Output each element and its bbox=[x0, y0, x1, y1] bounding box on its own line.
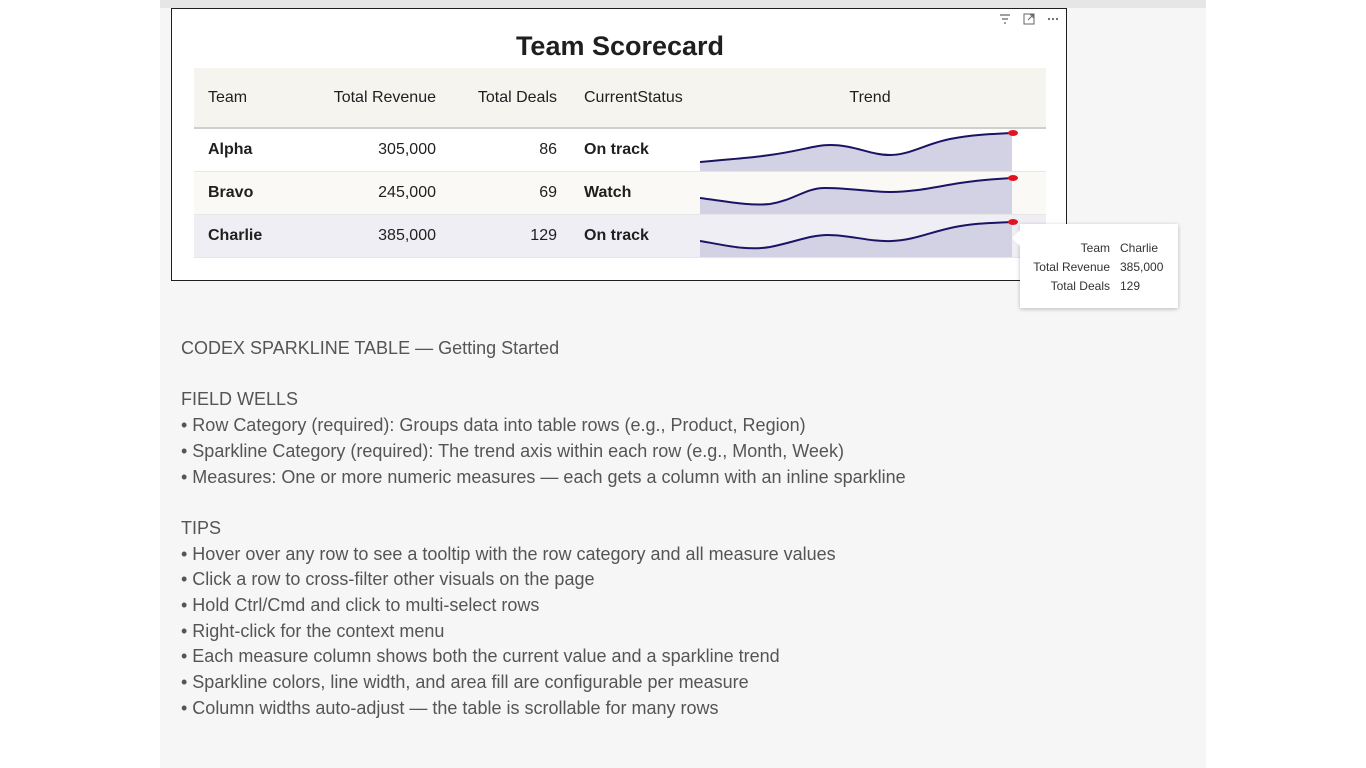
row-team: Charlie bbox=[208, 227, 263, 244]
help-line: • Hover over any row to see a tooltip wi… bbox=[181, 543, 836, 564]
row-team: Alpha bbox=[208, 141, 253, 158]
help-line: • Hold Ctrl/Cmd and click to multi-selec… bbox=[181, 595, 540, 615]
tooltip-arrow bbox=[1012, 230, 1020, 246]
help-line: • Measures: One or more numeric measures… bbox=[181, 466, 906, 487]
report-canvas: Team Scorecard Team Total Revenue Total … bbox=[160, 0, 1206, 768]
row-trend-cell bbox=[694, 215, 1046, 257]
row-total-revenue: 385,000 bbox=[378, 227, 436, 244]
getting-started-text: CODEX SPARKLINE TABLE — Getting Started … bbox=[181, 336, 1181, 722]
table-row[interactable]: Bravo 245,000 69 Watch bbox=[194, 172, 1046, 215]
tooltip-value: 385,000 bbox=[1120, 260, 1164, 274]
sparkline-table-visual[interactable]: Team Scorecard Team Total Revenue Total … bbox=[171, 8, 1067, 281]
sparkline bbox=[700, 219, 1018, 257]
help-line: • Each measure column shows both the cur… bbox=[181, 646, 780, 667]
row-total-deals: 69 bbox=[539, 184, 557, 201]
tooltip-value: Charlie bbox=[1120, 241, 1159, 255]
row-trend-cell bbox=[694, 172, 1046, 214]
column-header-total-deals[interactable]: Total Deals bbox=[436, 89, 557, 107]
tooltip-label: Total Revenue bbox=[1033, 260, 1110, 274]
tooltip-label: Team bbox=[1080, 241, 1110, 255]
row-status: On track bbox=[584, 227, 649, 244]
row-total-deals: 86 bbox=[539, 141, 557, 158]
visual-title: Team Scorecard bbox=[515, 31, 725, 61]
row-status: Watch bbox=[584, 184, 632, 201]
help-line: • Right-click for the context menu bbox=[181, 620, 445, 641]
tooltip-label: Total Deals bbox=[1050, 279, 1110, 293]
column-header-trend[interactable]: Trend bbox=[694, 68, 1046, 127]
sparkline-endpoint bbox=[1008, 175, 1018, 181]
field-wells-title: FIELD WELLS bbox=[181, 389, 299, 410]
sparkline-area bbox=[700, 222, 1012, 257]
help-line: • Column widths auto-adjust — the table … bbox=[181, 697, 719, 718]
row-total-deals: 129 bbox=[530, 227, 557, 244]
top-scroll-bar bbox=[160, 0, 1206, 8]
column-header-team[interactable]: Team bbox=[194, 89, 314, 107]
row-total-revenue: 305,000 bbox=[378, 141, 436, 158]
help-heading: CODEX SPARKLINE TABLE — Getting Started bbox=[181, 338, 560, 358]
row-tooltip: Team Charlie Total Revenue 385,000 Total… bbox=[1012, 224, 1178, 308]
row-total-revenue: 245,000 bbox=[378, 184, 436, 201]
row-trend-cell bbox=[694, 129, 1046, 171]
table-header: Team Total Revenue Total Deals CurrentSt… bbox=[194, 68, 1046, 129]
tooltip-value: 129 bbox=[1120, 279, 1141, 293]
help-line: • Sparkline Category (required): The tre… bbox=[181, 440, 844, 461]
filter-icon[interactable] bbox=[998, 12, 1012, 26]
sparkline bbox=[700, 175, 1018, 214]
row-team: Bravo bbox=[208, 184, 254, 201]
sparkline-endpoint bbox=[1008, 130, 1018, 136]
sparkline-area bbox=[700, 178, 1012, 214]
table-row[interactable]: Alpha 305,000 86 On track bbox=[194, 129, 1046, 172]
scorecard-table: Team Total Revenue Total Deals CurrentSt… bbox=[194, 68, 1046, 258]
focus-mode-icon[interactable] bbox=[1022, 12, 1036, 26]
help-line: • Click a row to cross-filter other visu… bbox=[181, 569, 595, 590]
visual-header bbox=[998, 12, 1060, 26]
help-line: • Sparkline colors, line width, and area… bbox=[181, 672, 749, 693]
sparkline bbox=[700, 130, 1018, 171]
help-line: • Row Category (required): Groups data i… bbox=[181, 415, 806, 436]
tips-title: TIPS bbox=[181, 517, 222, 538]
column-header-current-status[interactable]: CurrentStatus bbox=[557, 89, 694, 107]
sparkline-area bbox=[700, 133, 1012, 171]
tooltip-row: Team Charlie bbox=[1020, 239, 1163, 258]
sparkline-endpoint bbox=[1008, 219, 1018, 225]
tooltip-row: Total Revenue 385,000 bbox=[1020, 258, 1163, 277]
row-status: On track bbox=[584, 141, 649, 158]
more-options-icon[interactable] bbox=[1046, 12, 1060, 26]
column-header-total-revenue[interactable]: Total Revenue bbox=[314, 89, 436, 107]
tooltip-row: Total Deals 129 bbox=[1020, 277, 1163, 296]
table-row[interactable]: Charlie 385,000 129 On track bbox=[194, 215, 1046, 258]
